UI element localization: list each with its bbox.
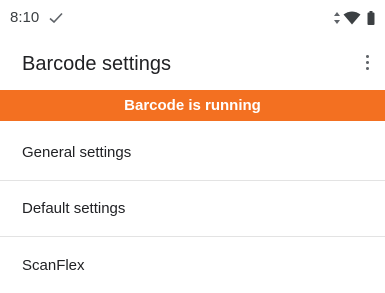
list-item-scanflex[interactable]: ScanFlex <box>0 237 385 293</box>
app-bar: Barcode settings <box>0 38 385 90</box>
wifi-icon <box>343 11 361 25</box>
list-item-general-settings[interactable]: General settings <box>0 125 385 181</box>
status-banner: Barcode is running <box>0 90 385 121</box>
data-arrows-icon <box>334 12 340 24</box>
settings-list: General settings Default settings ScanFl… <box>0 125 385 293</box>
list-item-default-settings[interactable]: Default settings <box>0 181 385 237</box>
status-icons <box>333 11 377 25</box>
check-icon <box>49 11 63 29</box>
more-vert-icon[interactable] <box>355 50 379 76</box>
status-time: 8:10 <box>10 9 40 26</box>
status-bar: 8:10 <box>0 0 385 38</box>
battery-icon <box>367 11 375 25</box>
page-title: Barcode settings <box>22 53 171 75</box>
